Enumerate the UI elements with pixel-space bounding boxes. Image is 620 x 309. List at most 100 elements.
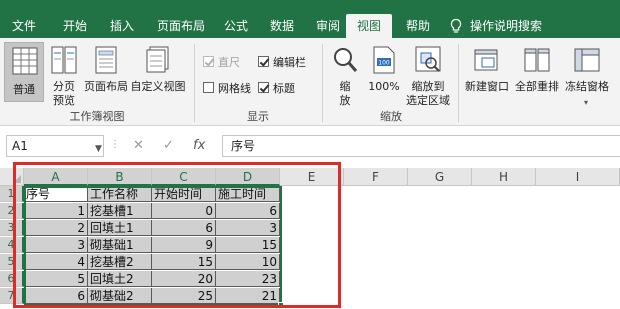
column-header-c[interactable]: C <box>152 168 216 186</box>
cell-b1[interactable]: 工作名称 <box>88 186 152 202</box>
row-header-4[interactable]: 4 <box>0 237 24 253</box>
name-box[interactable]: A1 ▼ <box>6 135 104 157</box>
table-cell[interactable]: 1 <box>24 203 88 219</box>
cell-d1[interactable]: 施工时间 <box>216 186 280 202</box>
cell-a1[interactable]: 序号 <box>24 186 88 202</box>
table-cell[interactable]: 0 <box>152 203 216 219</box>
ruler-checkbox[interactable]: 直尺 <box>203 56 240 70</box>
arrange-all-icon <box>524 48 550 72</box>
checkbox-box <box>258 82 269 93</box>
table-cell[interactable]: 3 <box>216 220 280 236</box>
custom-views-label: 自定义视图 <box>130 80 186 93</box>
row-header-1[interactable]: 1 <box>0 186 24 202</box>
normal-view-label: 普通 <box>13 83 35 96</box>
chevron-down-icon[interactable]: ▼ <box>95 139 102 159</box>
new-window-icon <box>474 49 498 71</box>
column-header-a[interactable]: A <box>24 168 88 186</box>
tab-insert[interactable]: 插入 <box>102 14 142 38</box>
table-cell[interactable]: 6 <box>216 203 280 219</box>
zoom-100-icon: 100 <box>373 46 395 74</box>
tab-review[interactable]: 审阅 <box>308 14 348 38</box>
select-all-corner[interactable] <box>0 168 24 186</box>
row-header-5[interactable]: 5 <box>0 254 24 270</box>
chevron-down-icon: ▾ <box>584 98 589 107</box>
formula-input[interactable]: 序号 <box>222 135 620 157</box>
cancel-icon[interactable]: ✕ <box>133 138 144 153</box>
row-header-7[interactable]: 7 <box>0 288 24 304</box>
grip-icon: ⋮ <box>110 139 120 150</box>
page-break-preview-button[interactable]: 分页 预览 <box>46 42 82 107</box>
ribbon-separator <box>322 44 323 122</box>
table-cell[interactable]: 挖基槽1 <box>88 203 152 219</box>
table-cell[interactable]: 25 <box>152 288 216 304</box>
column-header-h[interactable]: H <box>472 168 536 186</box>
tab-formulas[interactable]: 公式 <box>216 14 256 38</box>
table-cell[interactable]: 21 <box>216 288 280 304</box>
zoom-100-button[interactable]: 100 100% <box>364 42 404 102</box>
table-cell[interactable]: 2 <box>24 220 88 236</box>
tab-help[interactable]: 帮助 <box>398 14 438 38</box>
tab-home[interactable]: 开始 <box>54 14 96 38</box>
gridlines-checkbox[interactable]: 网格线 <box>203 82 251 96</box>
zoom-to-selection-button[interactable]: 缩放到 选定区域 <box>404 42 452 107</box>
table-cell[interactable]: 23 <box>216 271 280 287</box>
row-header-3[interactable]: 3 <box>0 220 24 236</box>
tell-me-search[interactable]: 操作说明搜索 <box>470 14 542 38</box>
group-label-show: 显示 <box>247 110 269 123</box>
freeze-panes-button[interactable]: 冻结窗格 ▾ <box>562 42 612 107</box>
table-cell[interactable]: 挖基槽2 <box>88 254 152 270</box>
table-cell[interactable]: 9 <box>152 237 216 253</box>
row-header-2[interactable]: 2 <box>0 203 24 219</box>
checkbox-box <box>258 56 269 67</box>
zoom-label-1: 缩 <box>339 80 351 93</box>
column-header-g[interactable]: G <box>408 168 472 186</box>
formula-bar-checkbox[interactable]: 编辑栏 <box>258 56 306 70</box>
name-box-value: A1 <box>12 139 28 153</box>
cell-c1[interactable]: 开始时间 <box>152 186 216 202</box>
ruler-label: 直尺 <box>218 56 240 69</box>
worksheet-grid[interactable]: A B C D E F G H I 1 2 3 4 5 6 7 序号 工作名称 … <box>0 162 620 309</box>
table-cell[interactable]: 6 <box>24 288 88 304</box>
table-cell[interactable]: 6 <box>152 220 216 236</box>
table-cell[interactable]: 5 <box>24 271 88 287</box>
ribbon-tab-bar: 文件 开始 插入 页面布局 公式 数据 审阅 视图 帮助 操作说明搜索 <box>0 0 620 38</box>
freeze-panes-label: 冻结窗格 <box>565 80 609 93</box>
column-header-e[interactable]: E <box>280 168 344 186</box>
normal-view-button[interactable]: 普通 <box>4 42 44 102</box>
insert-function-icon[interactable]: fx <box>193 138 205 153</box>
table-cell[interactable]: 回填土1 <box>88 220 152 236</box>
tab-data[interactable]: 数据 <box>262 14 302 38</box>
table-cell[interactable]: 3 <box>24 237 88 253</box>
column-header-b[interactable]: B <box>88 168 152 186</box>
custom-views-button[interactable]: 自定义视图 <box>130 42 186 102</box>
tab-view[interactable]: 视图 <box>346 14 392 38</box>
column-header-d[interactable]: D <box>216 168 280 186</box>
headings-checkbox[interactable]: 标题 <box>258 82 295 96</box>
row-header-6[interactable]: 6 <box>0 271 24 287</box>
table-cell[interactable]: 15 <box>216 237 280 253</box>
page-break-label-2: 预览 <box>53 94 75 107</box>
ribbon-separator <box>194 44 195 122</box>
page-break-label-1: 分页 <box>53 80 75 93</box>
table-cell[interactable]: 砌基础2 <box>88 288 152 304</box>
zoom-button[interactable]: 缩 放 <box>328 42 362 107</box>
table-cell[interactable]: 10 <box>216 254 280 270</box>
arrange-all-button[interactable]: 全部重排 <box>512 42 562 102</box>
column-header-f[interactable]: F <box>344 168 408 186</box>
table-cell[interactable]: 回填土2 <box>88 271 152 287</box>
tab-file[interactable]: 文件 <box>6 14 42 38</box>
tab-page-layout[interactable]: 页面布局 <box>150 14 212 38</box>
headings-label: 标题 <box>273 82 295 95</box>
table-cell[interactable]: 砌基础1 <box>88 237 152 253</box>
table-cell[interactable]: 15 <box>152 254 216 270</box>
table-cell[interactable]: 20 <box>152 271 216 287</box>
enter-icon[interactable]: ✓ <box>163 138 174 153</box>
fill-handle[interactable] <box>278 302 284 308</box>
table-cell[interactable]: 4 <box>24 254 88 270</box>
new-window-button[interactable]: 新建窗口 <box>462 42 512 102</box>
new-window-label[interactable]: 新建窗口 <box>462 80 512 94</box>
checkbox-box <box>203 82 214 93</box>
ribbon-view: 普通 分页 预览 页面布局 自定义视图 工作簿视图 直尺 编辑栏 网格线 标题 … <box>0 38 620 126</box>
column-header-i[interactable]: I <box>536 168 620 186</box>
page-layout-button[interactable]: 页面布局 <box>82 42 130 102</box>
